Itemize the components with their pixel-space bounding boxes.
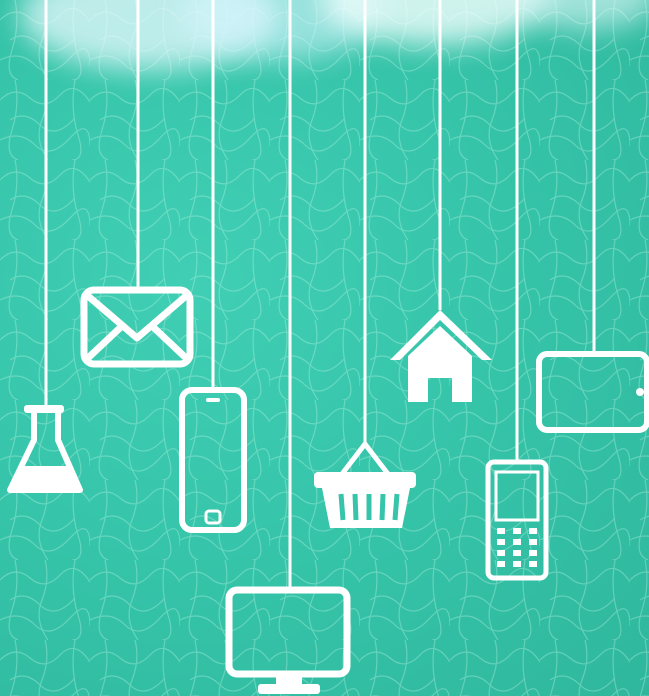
tablet-icon <box>536 351 649 433</box>
hanging-icons-image <box>0 0 649 696</box>
house-icon <box>390 310 492 402</box>
monitor-icon <box>225 586 351 694</box>
envelope-icon <box>80 286 194 368</box>
shopping-basket-icon <box>314 439 416 528</box>
smartphone-icon <box>179 387 247 533</box>
hanging-icons <box>7 0 649 694</box>
flask-icon <box>7 405 83 493</box>
mobile-phone-icon <box>485 459 549 581</box>
